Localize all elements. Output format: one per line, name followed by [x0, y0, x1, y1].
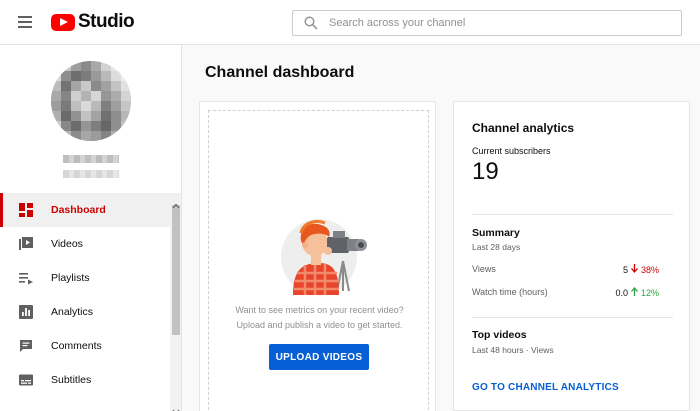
menu-icon[interactable]	[18, 16, 32, 28]
summary-title: Summary	[472, 227, 520, 239]
upload-video-card: Want to see metrics on your recent video…	[199, 101, 436, 411]
sidebar-item-dashboard[interactable]: Dashboard	[0, 193, 170, 227]
comments-icon	[18, 339, 33, 354]
subtitles-icon	[18, 373, 33, 388]
views-change: 38%	[640, 264, 659, 275]
search-input[interactable]	[329, 17, 659, 29]
watch-time-label: Watch time (hours)	[472, 287, 548, 297]
summary-period: Last 28 days	[472, 242, 521, 252]
divider	[472, 317, 673, 318]
search-icon[interactable]	[293, 11, 329, 35]
sidebar-item-label: Analytics	[51, 306, 94, 318]
sidebar-item-label: Videos	[51, 238, 83, 250]
go-to-channel-analytics-link[interactable]: GO TO CHANNEL ANALYTICS	[472, 382, 619, 393]
sidebar-item-subtitles[interactable]: Subtitles	[0, 363, 170, 397]
sidebar-item-playlists[interactable]: Playlists	[0, 261, 170, 295]
arrow-down-icon	[630, 264, 638, 275]
sidebar-item-label: Dashboard	[51, 204, 106, 216]
divider	[472, 214, 673, 215]
subscribers-count: 19	[472, 158, 499, 185]
sidebar: Dashboard Videos Playlists Analytics Com…	[0, 45, 182, 411]
upload-videos-button[interactable]: UPLOAD VIDEOS	[269, 344, 369, 370]
analytics-card-title: Channel analytics	[472, 121, 575, 135]
watch-time-change: 12%	[640, 287, 659, 298]
channel-avatar[interactable]	[51, 61, 131, 141]
videos-icon	[18, 237, 33, 252]
camera-operator-illustration-icon	[281, 211, 377, 297]
search-bar[interactable]	[292, 10, 682, 36]
page-title: Channel dashboard	[205, 64, 355, 81]
subscribers-label: Current subscribers	[472, 146, 551, 156]
sidebar-item-comments[interactable]: Comments	[0, 329, 170, 363]
sidebar-item-label: Playlists	[51, 272, 90, 284]
views-label: Views	[472, 264, 496, 274]
sidebar-item-analytics[interactable]: Analytics	[0, 295, 170, 329]
scroll-up-icon[interactable]	[172, 196, 180, 209]
watch-time-metric: 0.0 12%	[615, 287, 659, 298]
views-value: 5	[622, 264, 628, 275]
arrow-up-icon	[630, 287, 638, 298]
sidebar-item-label: Comments	[51, 340, 102, 352]
studio-logo[interactable]: Studio	[51, 11, 135, 32]
top-videos-period: Last 48 hours · Views	[472, 345, 554, 355]
sidebar-scrollbar-thumb[interactable]	[172, 205, 180, 335]
upload-prompt-text: Want to see metrics on your recent video…	[209, 303, 430, 333]
watch-time-value: 0.0	[615, 287, 628, 298]
logo-text: Studio	[78, 11, 135, 32]
sidebar-item-videos[interactable]: Videos	[0, 227, 170, 261]
scroll-down-icon[interactable]	[172, 402, 180, 411]
analytics-icon	[18, 305, 33, 320]
upload-prompt-line: Upload and publish a video to get starte…	[236, 320, 403, 330]
top-videos-title: Top videos	[472, 329, 527, 341]
top-bar: Studio	[0, 0, 700, 45]
playlists-icon	[18, 271, 33, 286]
youtube-logo-icon	[51, 13, 75, 31]
upload-dropzone: Want to see metrics on your recent video…	[208, 110, 429, 411]
sidebar-nav: Dashboard Videos Playlists Analytics Com…	[0, 193, 170, 397]
upload-prompt-line: Want to see metrics on your recent video…	[235, 305, 404, 315]
views-metric: 5 38%	[623, 264, 659, 275]
channel-handle-redacted	[63, 170, 119, 178]
dashboard-icon	[18, 203, 33, 218]
sidebar-item-label: Subtitles	[51, 374, 92, 386]
channel-analytics-card: Channel analytics Current subscribers 19…	[453, 101, 690, 411]
channel-name-redacted	[63, 155, 119, 163]
